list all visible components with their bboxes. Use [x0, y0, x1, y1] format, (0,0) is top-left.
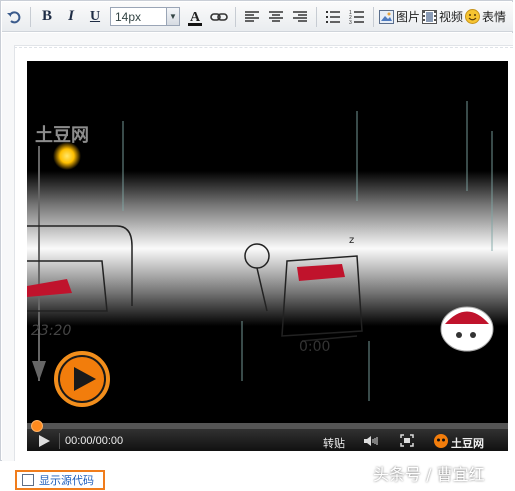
- progress-knob[interactable]: [31, 420, 43, 432]
- numbered-list-button[interactable]: 123: [346, 6, 368, 28]
- image-icon: [379, 9, 394, 24]
- rich-text-editor: B I U 14px ▼ A 123 图片 视频 表情 z 土豆网 23:20 …: [0, 0, 513, 461]
- align-right-icon: [293, 10, 307, 22]
- font-size-value: 14px: [115, 9, 142, 24]
- watermark-text: 头条号 / 曹宜红: [373, 465, 485, 484]
- tudou-logo-icon: [434, 434, 448, 448]
- svg-text:z: z: [349, 235, 354, 246]
- video-frame: z 土豆网 23:20 0:00: [27, 61, 508, 423]
- undo-icon: [7, 10, 21, 23]
- numbered-list-icon: 123: [349, 10, 364, 24]
- editor-toolbar: B I U 14px ▼ A 123 图片 视频 表情: [2, 2, 513, 32]
- smiley-icon: [465, 9, 481, 24]
- align-left-icon: [245, 10, 259, 22]
- align-right-button[interactable]: [289, 6, 311, 28]
- toolbar-divider: [30, 6, 31, 27]
- top-ruler: [14, 33, 513, 46]
- show-source-toggle[interactable]: 显示源代码: [15, 470, 105, 490]
- insert-video-label: 视频: [439, 10, 464, 24]
- insert-image-button[interactable]: 图片: [379, 6, 420, 28]
- editor-content-area[interactable]: z 土豆网 23:20 0:00 00:00/00:00 转贴 土豆网: [2, 33, 513, 461]
- left-ruler: [2, 33, 15, 461]
- underline-icon: U: [89, 8, 101, 24]
- italic-button[interactable]: I: [60, 6, 82, 28]
- play-icon[interactable]: [37, 434, 51, 448]
- insert-video-button[interactable]: 视频: [422, 6, 463, 28]
- insert-emoji-button[interactable]: 表情: [465, 6, 506, 28]
- fullscreen-icon[interactable]: [400, 434, 414, 447]
- repost-button[interactable]: 转贴: [323, 435, 345, 451]
- video-site-logo: 土豆网: [35, 125, 89, 146]
- bold-icon: B: [41, 8, 52, 24]
- show-source-checkbox[interactable]: [22, 474, 34, 486]
- scene-timestamp-left: 23:20: [31, 323, 71, 339]
- align-center-icon: [269, 10, 283, 22]
- show-source-label: 显示源代码: [39, 474, 94, 487]
- undo-button[interactable]: [3, 6, 25, 28]
- insert-emoji-label: 表情: [482, 10, 507, 24]
- svg-text:3: 3: [349, 20, 352, 24]
- link-button[interactable]: [208, 6, 230, 28]
- chevron-down-icon: ▼: [166, 8, 179, 25]
- bold-button[interactable]: B: [36, 6, 58, 28]
- svg-text:A: A: [190, 10, 201, 25]
- font-color-icon: A: [188, 10, 202, 26]
- scene-timestamp-center: 0:00: [299, 339, 330, 355]
- italic-icon: I: [68, 8, 74, 24]
- margin-guide: [14, 47, 513, 60]
- video-icon: [422, 9, 438, 24]
- video-control-bar: 00:00/00:00 转贴 土豆网: [27, 420, 508, 451]
- brand-label: 土豆网: [451, 438, 484, 450]
- align-center-button[interactable]: [265, 6, 287, 28]
- toolbar-divider: [235, 6, 236, 27]
- toolbar-divider: [316, 6, 317, 27]
- link-icon: [210, 12, 228, 21]
- insert-image-label: 图片: [396, 10, 421, 24]
- embedded-video-player[interactable]: z 土豆网 23:20 0:00 00:00/00:00 转贴 土豆网: [27, 61, 508, 451]
- font-size-select[interactable]: 14px ▼: [110, 7, 180, 26]
- underline-button[interactable]: U: [84, 6, 106, 28]
- time-display: 00:00/00:00: [65, 435, 124, 447]
- bullet-list-icon: [326, 10, 340, 23]
- toolbar-divider: [373, 6, 374, 27]
- align-left-button[interactable]: [241, 6, 263, 28]
- big-play-button[interactable]: [54, 351, 110, 407]
- font-color-button[interactable]: A: [184, 6, 206, 28]
- volume-icon[interactable]: [363, 435, 381, 447]
- progress-bar[interactable]: [27, 420, 508, 432]
- control-divider: [59, 433, 60, 449]
- bullet-list-button[interactable]: [322, 6, 344, 28]
